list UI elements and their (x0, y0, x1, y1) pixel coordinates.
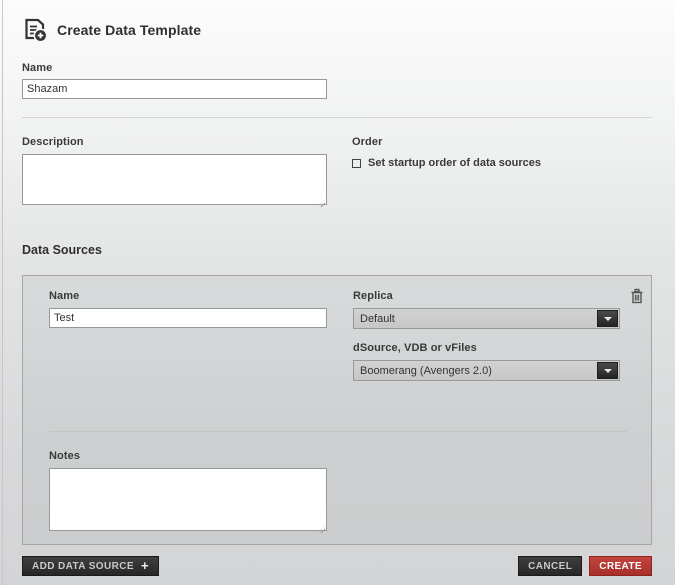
trash-icon (630, 288, 644, 304)
dialog-footer: ADD DATA SOURCE + CANCEL CREATE (22, 556, 652, 576)
startup-order-checkbox-label: Set startup order of data sources (368, 157, 541, 169)
dsource-dropdown-value: Boomerang (Avengers 2.0) (354, 365, 492, 377)
description-textarea[interactable] (22, 154, 327, 205)
dsource-label: dSource, VDB or vFiles (353, 342, 620, 354)
template-name-input[interactable] (22, 79, 327, 99)
description-label: Description (22, 136, 327, 148)
plus-icon: + (141, 561, 149, 571)
startup-order-option[interactable]: Set startup order of data sources (352, 157, 541, 169)
data-source-card: Name Replica Default dSource, VDB or vFi… (22, 275, 652, 545)
data-source-selects-section: Replica Default dSource, VDB or vFiles B… (353, 290, 620, 381)
notes-textarea[interactable] (49, 468, 327, 531)
chevron-down-icon (604, 369, 612, 373)
add-data-source-button[interactable]: ADD DATA SOURCE + (22, 556, 159, 576)
description-order-row: Description Order Set startup order of d… (22, 136, 652, 210)
data-source-name-section: Name (49, 290, 327, 381)
dsource-dropdown[interactable]: Boomerang (Avengers 2.0) (353, 360, 620, 381)
create-button[interactable]: CREATE (589, 556, 652, 576)
section-divider (22, 117, 652, 118)
data-source-name-input[interactable] (49, 308, 327, 328)
replica-dropdown-button[interactable] (597, 310, 618, 327)
replica-label: Replica (353, 290, 620, 302)
data-sources-heading: Data Sources (22, 243, 652, 257)
page-title: Create Data Template (57, 22, 201, 38)
window-edge-line (2, 0, 3, 585)
notes-section: Notes (49, 450, 627, 536)
data-source-fields-row: Name Replica Default dSource, VDB or vFi… (49, 290, 627, 381)
description-section: Description (22, 136, 327, 210)
replica-dropdown-value: Default (354, 313, 395, 325)
notes-label: Notes (49, 450, 627, 462)
order-label: Order (352, 136, 541, 148)
delete-data-source-button[interactable] (630, 288, 644, 304)
card-divider (49, 431, 627, 432)
order-section: Order Set startup order of data sources (352, 136, 541, 210)
template-name-label: Name (22, 62, 652, 74)
data-source-name-label: Name (49, 290, 327, 302)
chevron-down-icon (604, 317, 612, 321)
create-data-template-dialog: Create Data Template Name Description Or… (22, 0, 652, 576)
startup-order-checkbox[interactable] (352, 159, 361, 168)
dialog-header: Create Data Template (22, 0, 652, 43)
dsource-dropdown-button[interactable] (597, 362, 618, 379)
add-data-source-label: ADD DATA SOURCE (32, 561, 134, 572)
replica-dropdown[interactable]: Default (353, 308, 620, 329)
cancel-button[interactable]: CANCEL (518, 556, 582, 576)
template-name-section: Name (22, 62, 652, 99)
create-template-icon (22, 17, 48, 43)
